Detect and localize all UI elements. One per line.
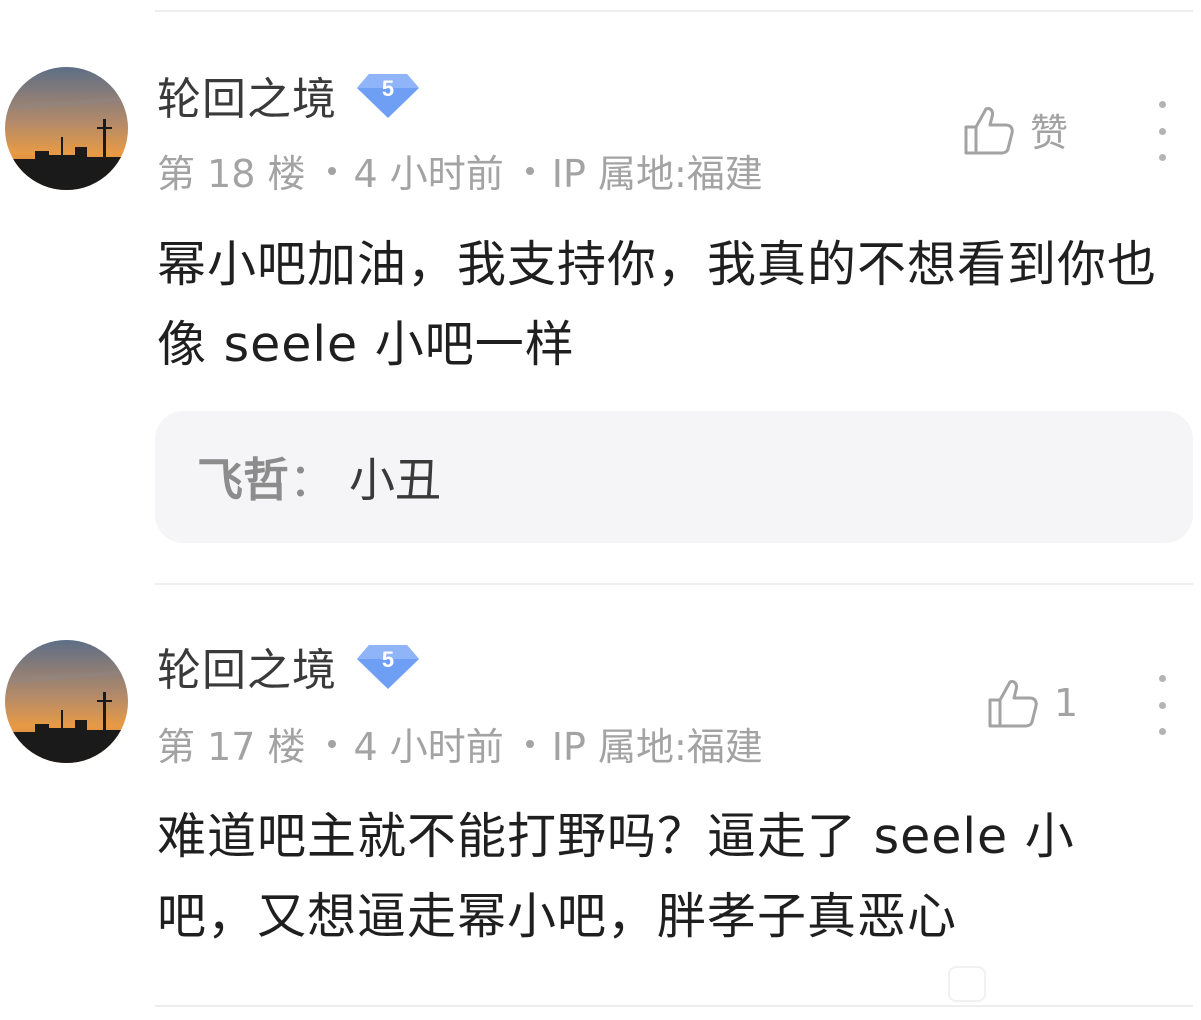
ip-location: IP 属地:福建: [551, 152, 763, 196]
meta-separator: [525, 166, 534, 175]
meta-separator: [327, 739, 336, 748]
avatar[interactable]: [5, 640, 128, 763]
more-vertical-icon[interactable]: [1150, 101, 1174, 161]
level-number: 5: [381, 647, 395, 672]
level-diamond-icon: 5: [355, 641, 421, 691]
floor-number: 第 17 楼: [157, 725, 306, 769]
level-number: 5: [381, 76, 395, 101]
like-label: 赞: [1030, 111, 1069, 155]
bottom-divider: [155, 1005, 1193, 1007]
meta-separator: [327, 166, 336, 175]
more-vertical-icon[interactable]: [1150, 675, 1174, 735]
like-button[interactable]: 赞: [962, 102, 1068, 157]
sub-reply[interactable]: 飞哲 ： 小丑: [155, 411, 1193, 543]
post-time: 4 小时前: [353, 725, 504, 769]
post-divider: [155, 583, 1193, 585]
watermark-icon: [948, 966, 986, 1002]
avatar[interactable]: [5, 67, 128, 190]
floor-number: 第 18 楼: [157, 152, 306, 196]
post-meta: 第 17 楼 4 小时前 IP 属地:福建: [157, 716, 763, 771]
reply-text: 小丑: [349, 453, 441, 507]
ip-location: IP 属地:福建: [551, 725, 763, 769]
thumbs-up-icon: [964, 106, 1014, 154]
thumbs-up-icon: [988, 680, 1038, 728]
username[interactable]: 轮回之境: [157, 634, 337, 698]
meta-separator: [525, 739, 534, 748]
top-divider: [155, 10, 1193, 12]
comment-text: 难道吧主就不能打野吗？逼走了 seele 小吧，又想逼走幂小吧，胖孝子真恶心: [157, 808, 1075, 945]
username-row: 轮回之境 5: [157, 636, 421, 696]
like-count: 1: [1054, 681, 1079, 725]
reply-colon: ：: [289, 453, 335, 507]
post-time: 4 小时前: [353, 152, 504, 196]
like-button[interactable]: 1: [986, 676, 1078, 730]
reply-author[interactable]: 飞哲: [197, 444, 289, 510]
username[interactable]: 轮回之境: [157, 63, 337, 127]
level-diamond-icon: 5: [355, 70, 421, 120]
post-meta: 第 18 楼 4 小时前 IP 属地:福建: [157, 143, 763, 198]
username-row: 轮回之境 5: [157, 65, 421, 125]
comment-text: 幂小吧加油，我支持你，我真的不想看到你也像 seele 小吧一样: [157, 236, 1158, 373]
